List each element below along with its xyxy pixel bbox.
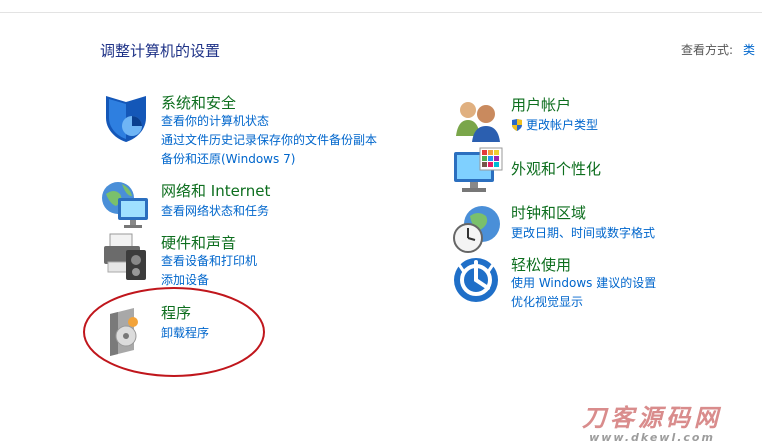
link-optimize-visual-display[interactable]: 优化视觉显示: [511, 293, 656, 312]
link-network-status[interactable]: 查看网络状态和任务: [161, 202, 269, 221]
watermark-line1: 刀客源码网: [582, 404, 722, 432]
link-change-account-type[interactable]: 更改帐户类型: [511, 116, 598, 135]
view-by: 查看方式: 类: [681, 41, 755, 58]
monitor-palette-icon[interactable]: [452, 146, 504, 198]
link-devices-printers[interactable]: 查看设备和打印机: [161, 252, 257, 271]
category-title[interactable]: 时钟和区域: [511, 202, 586, 223]
category-title[interactable]: 网络和 Internet: [161, 180, 270, 201]
top-divider: [0, 12, 762, 13]
clock-globe-icon[interactable]: [452, 202, 504, 254]
category-title[interactable]: 外观和个性化: [511, 158, 601, 179]
watermark: 刀客源码网 www.dkewl.com: [582, 398, 722, 444]
category-title[interactable]: 系统和安全: [161, 92, 236, 113]
printer-speaker-icon[interactable]: [100, 232, 152, 284]
annotation-circle: [83, 287, 265, 377]
link-windows-recommended-settings[interactable]: 使用 Windows 建议的设置: [511, 274, 656, 293]
view-by-dropdown[interactable]: 类: [743, 43, 755, 57]
uac-shield-icon: [512, 119, 522, 131]
watermark-line2: www.dkewl.com: [589, 431, 715, 444]
view-by-label: 查看方式:: [681, 43, 734, 57]
network-globe-icon[interactable]: [100, 180, 152, 232]
category-title[interactable]: 用户帐户: [511, 94, 571, 115]
category-title[interactable]: 硬件和声音: [161, 232, 236, 253]
link-backup-restore[interactable]: 备份和还原(Windows 7): [161, 150, 377, 169]
link-change-date-time-format[interactable]: 更改日期、时间或数字格式: [511, 224, 655, 243]
users-icon[interactable]: [452, 96, 504, 148]
shield-icon[interactable]: [100, 92, 152, 144]
ease-of-access-icon[interactable]: [452, 254, 504, 306]
link-view-computer-status[interactable]: 查看你的计算机状态: [161, 112, 377, 131]
link-change-account-type-label: 更改帐户类型: [526, 118, 599, 132]
page-title: 调整计算机的设置: [100, 42, 221, 60]
category-title[interactable]: 轻松使用: [511, 254, 571, 275]
link-file-history[interactable]: 通过文件历史记录保存你的文件备份副本: [161, 131, 377, 150]
